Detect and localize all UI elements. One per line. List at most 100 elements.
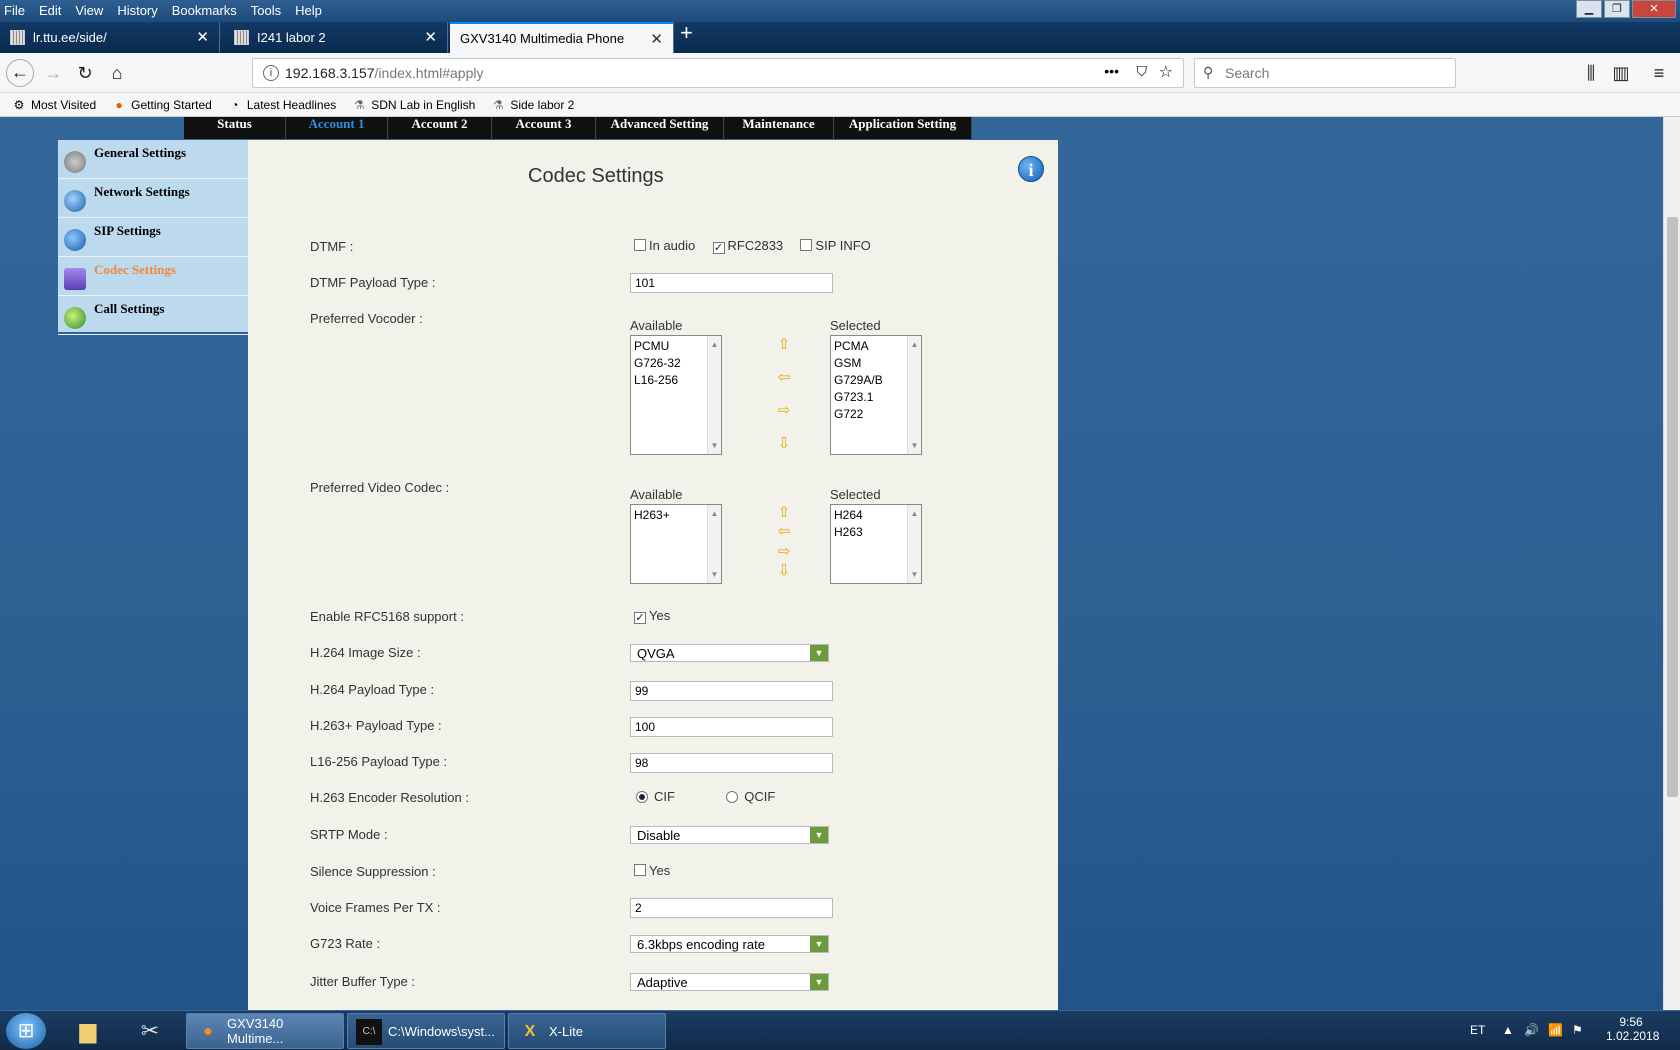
move-up-arrow-icon[interactable]: ⇧: [776, 337, 792, 353]
srtp-select[interactable]: Disable ▼: [630, 826, 829, 844]
task-xlite[interactable]: X X-Lite: [508, 1013, 666, 1049]
menu-view[interactable]: View: [69, 0, 111, 22]
nav-account-1[interactable]: Account 1: [286, 117, 388, 139]
voice-frames-label: Voice Frames Per TX :: [310, 900, 441, 915]
l16-payload-label: L16-256 Payload Type :: [310, 754, 448, 769]
list-scrollbar[interactable]: ▲ ▼: [707, 505, 721, 583]
l16-payload-input[interactable]: 98: [630, 753, 833, 773]
star-icon[interactable]: ☆: [1159, 62, 1173, 82]
more-actions-icon[interactable]: •••: [1104, 63, 1119, 79]
clock[interactable]: 9:56 1.02.2018: [1606, 1015, 1659, 1043]
menu-bookmarks[interactable]: Bookmarks: [166, 0, 245, 22]
sidebar-icon[interactable]: ▥: [1608, 61, 1634, 87]
nav-advanced-setting[interactable]: Advanced Setting: [596, 117, 724, 139]
tab-i241[interactable]: I241 labor 2 ✕: [224, 22, 448, 53]
jitter-buffer-select[interactable]: Adaptive ▼: [630, 973, 829, 991]
voice-frames-input[interactable]: 2: [630, 898, 833, 918]
dtmf-sipinfo-checkbox[interactable]: [800, 239, 813, 251]
library-icon[interactable]: ⫼: [1578, 61, 1604, 87]
list-scrollbar[interactable]: ▲ ▼: [907, 336, 921, 454]
info-icon[interactable]: i: [263, 65, 279, 81]
close-tab-icon[interactable]: ✕: [650, 32, 663, 47]
select-value: Adaptive: [637, 975, 688, 990]
sidebar-item-call[interactable]: Call Settings: [58, 296, 248, 335]
dtmf-rfc2833-checkbox[interactable]: ✓: [712, 242, 725, 254]
sidebar-item-network[interactable]: Network Settings: [58, 179, 248, 218]
minimize-icon[interactable]: ▁: [1576, 0, 1602, 18]
page-scrollbar[interactable]: [1663, 117, 1680, 1010]
home-icon[interactable]: ⌂: [104, 61, 130, 87]
move-down-arrow-icon[interactable]: ⇩: [776, 563, 792, 579]
sidebar-item-codec[interactable]: Codec Settings: [58, 257, 248, 296]
task-cmd[interactable]: C:\ C:\Windows\syst...: [347, 1013, 505, 1049]
dtmf-payload-input[interactable]: 101: [630, 273, 833, 293]
rfc5168-checkbox[interactable]: ✓: [634, 612, 646, 624]
tray-expand-icon[interactable]: ▲: [1502, 1023, 1514, 1037]
nav-account-2[interactable]: Account 2: [388, 117, 492, 139]
move-left-arrow-icon[interactable]: ⇦: [776, 370, 792, 386]
tab-label: lr.ttu.ee/side/: [33, 30, 107, 45]
restore-icon[interactable]: ❐: [1604, 0, 1630, 18]
hamburger-menu-icon[interactable]: ≡: [1646, 61, 1672, 87]
search-input[interactable]: ⚲ Search: [1194, 58, 1456, 88]
cif-radio[interactable]: [636, 791, 648, 803]
g723-rate-select[interactable]: 6.3kbps encoding rate ▼: [630, 935, 829, 953]
nav-status[interactable]: Status: [184, 117, 286, 139]
snipping-tool-icon[interactable]: ✂: [130, 1015, 170, 1047]
move-right-arrow-icon[interactable]: ⇨: [776, 403, 792, 419]
tab-lr-ttu[interactable]: lr.ttu.ee/side/ ✕: [0, 22, 220, 53]
flag-icon[interactable]: ⚑: [1572, 1023, 1583, 1037]
help-info-icon[interactable]: i: [1018, 156, 1044, 182]
close-window-icon[interactable]: ✕: [1632, 0, 1676, 18]
nav-maintenance[interactable]: Maintenance: [724, 117, 834, 139]
move-down-arrow-icon[interactable]: ⇩: [776, 436, 792, 452]
list-scrollbar[interactable]: ▲ ▼: [707, 336, 721, 454]
h264-payload-input[interactable]: 99: [630, 681, 833, 701]
pocket-icon[interactable]: ⛉: [1137, 63, 1148, 80]
nav-account-3[interactable]: Account 3: [492, 117, 596, 139]
menu-history[interactable]: History: [111, 0, 165, 22]
bookmark-most-visited[interactable]: ⚙ Most Visited: [12, 98, 97, 112]
folder-icon[interactable]: ▆: [68, 1015, 108, 1047]
sidebar-item-general[interactable]: General Settings: [58, 140, 248, 179]
silence-checkbox[interactable]: [634, 864, 646, 876]
move-left-arrow-icon[interactable]: ⇦: [776, 524, 792, 540]
settings-content: Codec Settings i DTMF : In audio ✓ RFC283…: [248, 140, 1058, 1010]
sidebar-item-sip[interactable]: SIP Settings: [58, 218, 248, 257]
language-indicator[interactable]: ET: [1470, 1023, 1485, 1037]
move-right-arrow-icon[interactable]: ⇨: [776, 544, 792, 560]
close-tab-icon[interactable]: ✕: [424, 30, 437, 45]
scrollbar-thumb[interactable]: [1667, 217, 1678, 797]
tab-gxv3140[interactable]: GXV3140 Multimedia Phone ✕: [450, 22, 674, 53]
close-tab-icon[interactable]: ✕: [196, 30, 209, 45]
video-selected-list[interactable]: H264 H263 ▲ ▼: [830, 504, 922, 584]
vocoder-available-list[interactable]: PCMU G726-32 L16-256 ▲ ▼: [630, 335, 722, 455]
page-icon: [234, 30, 249, 45]
bookmark-sdn-lab[interactable]: ⚗ SDN Lab in English: [352, 98, 475, 112]
new-tab-icon[interactable]: +: [680, 20, 693, 46]
move-up-arrow-icon[interactable]: ⇧: [776, 505, 792, 521]
video-available-list[interactable]: H263+ ▲ ▼: [630, 504, 722, 584]
windows-start-icon[interactable]: ⊞: [6, 1013, 46, 1049]
menu-edit[interactable]: Edit: [33, 0, 69, 22]
nav-application-setting[interactable]: Application Setting: [834, 117, 972, 139]
bookmark-side-labor[interactable]: ⚗ Side labor 2: [491, 98, 574, 112]
url-bar[interactable]: i 192.168.3.157/index.html#apply ••• ⛉ ☆: [252, 58, 1184, 88]
h263p-payload-input[interactable]: 100: [630, 717, 833, 737]
vocoder-selected-list[interactable]: PCMA GSM G729A/B G723.1 G722 ▲ ▼: [830, 335, 922, 455]
list-scrollbar[interactable]: ▲ ▼: [907, 505, 921, 583]
qcif-radio[interactable]: [726, 791, 739, 803]
h264-size-select[interactable]: QVGA ▼: [630, 644, 829, 662]
volume-icon[interactable]: 🔊: [1524, 1023, 1539, 1037]
task-firefox[interactable]: ● GXV3140 Multime...: [186, 1013, 344, 1049]
forward-arrow-icon[interactable]: →: [40, 61, 66, 87]
network-icon[interactable]: 📶: [1548, 1023, 1563, 1037]
menu-file[interactable]: File: [0, 0, 33, 22]
menu-help[interactable]: Help: [289, 0, 330, 22]
bookmark-latest-headlines[interactable]: ◔ Latest Headlines: [228, 98, 336, 112]
dtmf-inaudio-checkbox[interactable]: [634, 239, 646, 251]
reload-icon[interactable]: ↻: [72, 61, 98, 87]
bookmark-getting-started[interactable]: ● Getting Started: [112, 98, 212, 112]
back-arrow-icon[interactable]: ←: [6, 59, 34, 87]
menu-tools[interactable]: Tools: [245, 0, 289, 22]
